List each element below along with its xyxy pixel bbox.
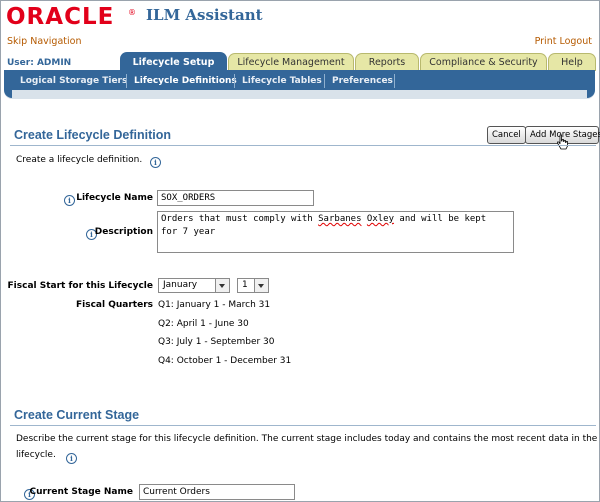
definition-intro: Create a lifecycle definition. [16, 155, 143, 165]
description-text: Orders that must comply with [161, 214, 319, 224]
section-title-create-current-stage: Create Current Stage [14, 408, 140, 422]
subtab-separator [234, 74, 235, 88]
subtab-lifecycle-tables[interactable]: Lifecycle Tables [242, 74, 322, 88]
cancel-button[interactable]: Cancel [487, 126, 526, 144]
tab-help[interactable]: Help [548, 53, 596, 71]
subtab-logical-storage-tiers[interactable]: Logical Storage Tiers [20, 74, 127, 88]
subtab-preferences[interactable]: Preferences [332, 74, 393, 88]
info-icon: i [66, 453, 77, 464]
current-stage-name-label: Current Stage Name [29, 487, 133, 497]
subtab-bar-shadow [4, 90, 595, 99]
description-label: Description [94, 227, 153, 237]
user-label: User: ADMIN [7, 58, 72, 68]
description-textarea[interactable]: Orders that must comply with Sarbanes Ox… [157, 211, 514, 253]
product-title: ILM Assistant [146, 6, 263, 24]
quarter-q4: Q4: October 1 - December 31 [158, 356, 292, 366]
subtab-separator [324, 74, 325, 88]
dropdown-arrow-icon [215, 279, 229, 292]
fiscal-day-value: 1 [242, 280, 248, 290]
fiscal-month-value: January [163, 280, 198, 290]
description-word-oxley: Oxley [366, 214, 395, 224]
section-divider [10, 425, 596, 426]
lifecycle-name-input[interactable]: SOX_ORDERS [157, 190, 314, 206]
subtab-lifecycle-definitions[interactable]: Lifecycle Definitions [134, 74, 237, 88]
section-title-create-lifecycle: Create Lifecycle Definition [14, 128, 171, 142]
info-icon: i [150, 157, 161, 168]
quarter-q3: Q3: July 1 - September 30 [158, 337, 275, 347]
fiscal-month-select[interactable]: January [158, 278, 230, 293]
tab-reports[interactable]: Reports [355, 53, 419, 71]
cursor-hand-icon [556, 134, 570, 150]
tab-compliance-security[interactable]: Compliance & Security [420, 53, 547, 71]
quarter-q2: Q2: April 1 - June 30 [158, 319, 249, 329]
description-line2: for 7 year [161, 227, 216, 237]
fiscal-quarters-label: Fiscal Quarters [76, 300, 153, 310]
registered-mark: ® [128, 8, 136, 17]
skip-navigation-link[interactable]: Skip Navigation [7, 36, 81, 47]
description-word-sarbanes: Sarbanes [318, 214, 362, 224]
quarter-q1: Q1: January 1 - March 31 [158, 300, 271, 310]
print-logout-link[interactable]: Print Logout [535, 36, 592, 47]
stage-intro-line1: Describe the current stage for this life… [16, 434, 598, 444]
tab-lifecycle-management[interactable]: Lifecycle Management [228, 53, 354, 71]
lifecycle-name-label: Lifecycle Name [76, 193, 153, 203]
oracle-logo: ORACLE [6, 4, 115, 30]
tab-lifecycle-setup[interactable]: Lifecycle Setup [120, 52, 227, 72]
info-icon: i [64, 195, 75, 206]
stage-intro-line2: lifecycle. [16, 450, 56, 460]
subtab-separator [394, 74, 395, 88]
current-stage-name-input[interactable]: Current Orders [139, 484, 295, 500]
dropdown-arrow-icon [254, 279, 268, 292]
fiscal-day-select[interactable]: 1 [237, 278, 269, 293]
description-text-end: and will be kept [394, 214, 487, 224]
subtab-separator [126, 74, 127, 88]
fiscal-start-label: Fiscal Start for this Lifecycle [7, 281, 153, 291]
section-divider [10, 145, 596, 146]
